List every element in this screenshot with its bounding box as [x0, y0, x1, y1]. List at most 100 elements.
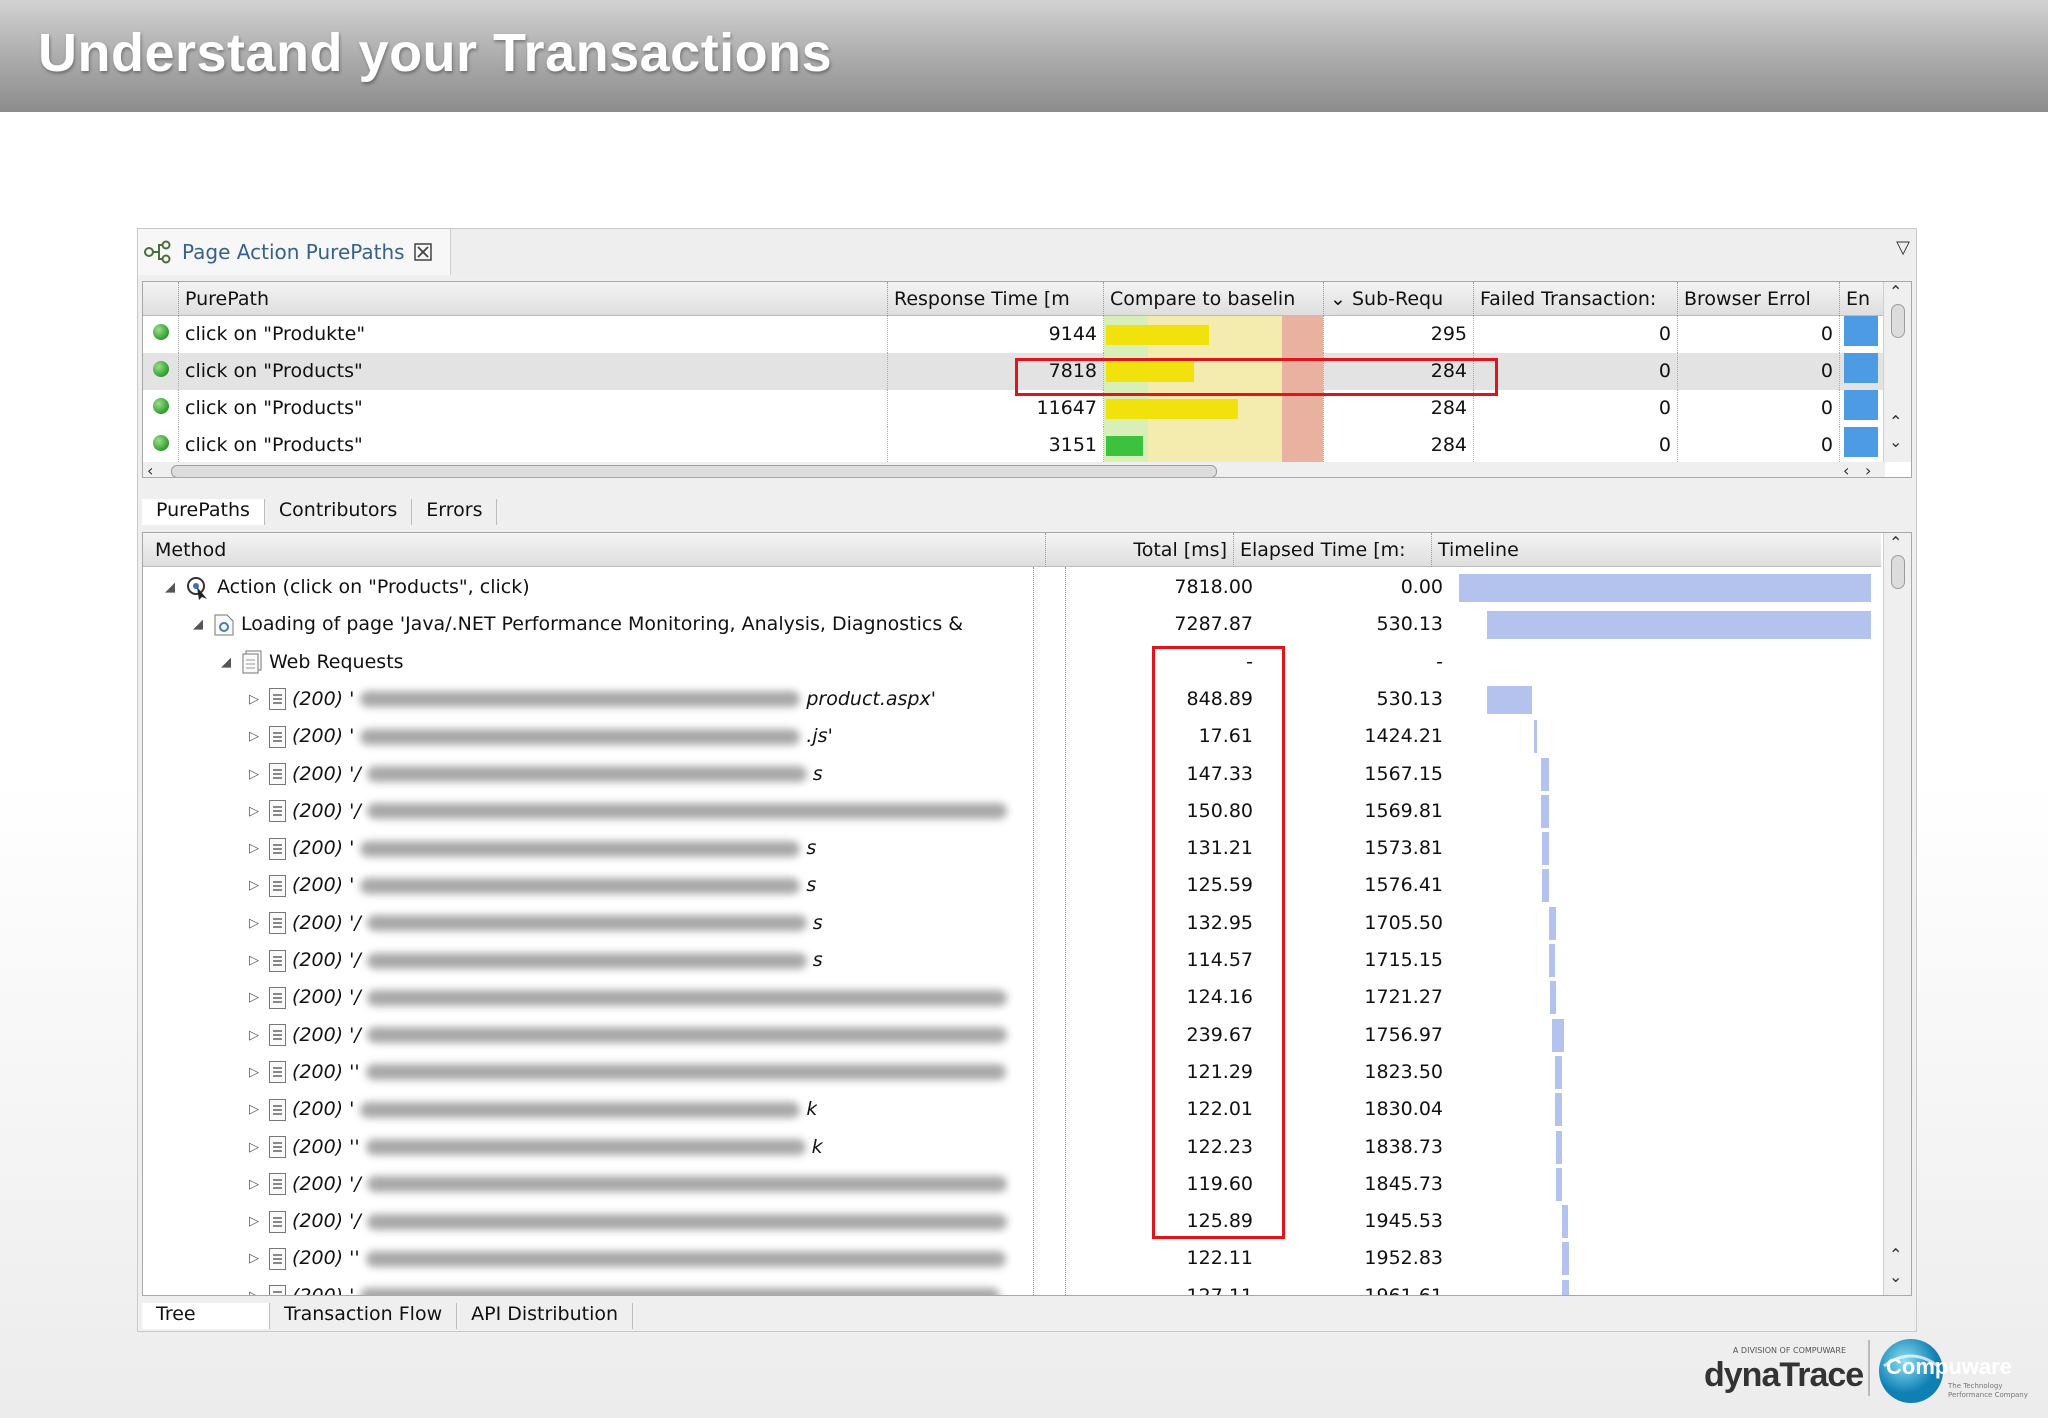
scroll-up-small-icon[interactable]: ⌃	[1889, 1245, 1902, 1264]
tab-tree[interactable]: Tree	[142, 1303, 270, 1329]
horizontal-scrollbar[interactable]: ‹ ‹ ›	[143, 461, 1885, 477]
scroll-down-icon[interactable]: ⌄	[1889, 432, 1902, 451]
tree-row[interactable]: ▷ (200) '' 121.29 1823.50	[143, 1054, 1883, 1091]
request-label: (200) '/	[292, 911, 361, 934]
expanded-triangle-icon[interactable]: ◢	[165, 569, 179, 606]
collapsed-triangle-icon[interactable]: ▷	[249, 1129, 263, 1166]
collapsed-triangle-icon[interactable]: ▷	[249, 1278, 263, 1295]
collapsed-triangle-icon[interactable]: ▷	[249, 1166, 263, 1203]
scroll-right-icon[interactable]: ›	[1865, 461, 1871, 477]
logo-divider	[1868, 1340, 1870, 1396]
collapsed-triangle-icon[interactable]: ▷	[249, 942, 263, 979]
expanded-triangle-icon[interactable]: ◢	[221, 644, 235, 681]
tab-errors[interactable]: Errors	[412, 499, 498, 525]
tree-row[interactable]: ▷ (200) '/124.16 1721.27	[143, 979, 1883, 1016]
tree-row[interactable]: ▷ (200) '' k 122.23 1838.73	[143, 1129, 1883, 1166]
column-header-compare-baseline[interactable]: Compare to baselin	[1104, 282, 1324, 316]
column-header-timeline[interactable]: Timeline	[1432, 533, 1881, 567]
column-header-purepath[interactable]: PurePath	[179, 282, 888, 316]
tree-row[interactable]: ▷ (200) ' 127.11 1961.61	[143, 1278, 1883, 1295]
timeline-bar	[1555, 1093, 1562, 1127]
failed-transactions: 0	[1474, 427, 1678, 464]
tab-purepaths[interactable]: PurePaths	[142, 499, 265, 525]
collapsed-triangle-icon[interactable]: ▷	[249, 1017, 263, 1054]
tab-api-distribution[interactable]: API Distribution	[457, 1303, 634, 1329]
collapsed-triangle-icon[interactable]: ▷	[249, 1054, 263, 1091]
column-header-response-time[interactable]: Response Time [m	[888, 282, 1104, 316]
status-column-header[interactable]	[143, 282, 179, 316]
timeline-bar	[1541, 757, 1550, 791]
elapsed-ms: 1705.50	[1364, 911, 1443, 934]
total-ms: 7818.00	[1174, 576, 1253, 598]
baseline-value-bar	[1106, 436, 1143, 456]
close-icon[interactable]	[413, 242, 433, 262]
column-header-elapsed[interactable]: Elapsed Time [m:	[1234, 533, 1432, 567]
collapsed-triangle-icon[interactable]: ▷	[249, 681, 263, 718]
view-menu-chevron-icon[interactable]: ▽	[1896, 237, 1910, 258]
scroll-up-icon[interactable]: ⌃	[1889, 282, 1902, 301]
column-header-total[interactable]: Total [ms]	[1046, 533, 1234, 567]
scroll-up-icon[interactable]: ⌃	[1889, 533, 1902, 552]
tree-row[interactable]: ◢ Action (click on "Products", click) 7818…	[143, 569, 1883, 606]
scroll-down-icon[interactable]: ⌄	[1889, 1267, 1902, 1286]
collapsed-triangle-icon[interactable]: ▷	[249, 905, 263, 942]
tree-row[interactable]: ▷ (200) ' s 125.59 1576.41	[143, 867, 1883, 904]
tree-row[interactable]: ▷ (200) '/119.60 1845.73	[143, 1166, 1883, 1203]
request-label: (200) '	[292, 874, 355, 897]
tab-contributors[interactable]: Contributors	[264, 499, 413, 525]
redacted-url	[366, 952, 807, 969]
purepath-row[interactable]: click on "Products" 11647 284 0 0	[143, 390, 1885, 427]
column-header-method[interactable]: Method	[143, 533, 1046, 567]
tree-row[interactable]: ▷ (200) ' .js' 17.61 1424.21	[143, 718, 1883, 755]
sort-descending-icon: ⌄	[1330, 288, 1346, 310]
column-header-browser-errors[interactable]: Browser Errol	[1678, 282, 1840, 316]
purepaths-vertical-scrollbar[interactable]: ⌃ ⌃ ⌄	[1883, 282, 1911, 462]
failed-transactions: 0	[1474, 390, 1678, 427]
column-header-sub-requests-label: Sub-Requ	[1351, 288, 1444, 310]
tree-row[interactable]: ▷ (200) '/s 147.33 1567.15	[143, 756, 1883, 793]
collapsed-triangle-icon[interactable]: ▷	[249, 979, 263, 1016]
column-header-sub-requests[interactable]: ⌄ Sub-Requ	[1324, 282, 1474, 316]
tree-row[interactable]: ▷ (200) ' s 131.21 1573.81	[143, 830, 1883, 867]
collapsed-triangle-icon[interactable]: ▷	[249, 867, 263, 904]
tree-row[interactable]: ◢ Loading of page 'Java/.NET Performance …	[143, 606, 1883, 643]
collapsed-triangle-icon[interactable]: ▷	[249, 1091, 263, 1128]
collapsed-triangle-icon[interactable]: ▷	[249, 718, 263, 755]
tree-row[interactable]: ▷ (200) '/239.67 1756.97	[143, 1017, 1883, 1054]
tree-row[interactable]: ▷ (200) ' k 122.01 1830.04	[143, 1091, 1883, 1128]
elapsed-ms: 1823.50	[1364, 1060, 1443, 1083]
purepath-row[interactable]: click on "Products" 3151 284 0 0	[143, 427, 1885, 464]
collapsed-triangle-icon[interactable]: ▷	[249, 756, 263, 793]
browser-errors: 0	[1678, 353, 1840, 390]
collapsed-triangle-icon[interactable]: ▷	[249, 830, 263, 867]
timeline-bar	[1548, 906, 1556, 940]
collapsed-triangle-icon[interactable]: ▷	[249, 1203, 263, 1240]
column-header-failed-transactions[interactable]: Failed Transaction:	[1474, 282, 1678, 316]
scroll-left-icon[interactable]: ‹	[147, 461, 153, 477]
vertical-scroll-thumb[interactable]	[1891, 555, 1905, 589]
expanded-triangle-icon[interactable]: ◢	[193, 606, 207, 643]
tab-page-action-purepaths[interactable]: Page Action PurePaths	[138, 229, 451, 275]
tree-row[interactable]: ▷ (200) '/125.89 1945.53	[143, 1203, 1883, 1240]
purepath-row[interactable]: click on "Produkte" 9144 295 0 0	[143, 316, 1885, 353]
purepath-row[interactable]: click on "Products" 7818 284 0 0	[143, 353, 1885, 390]
vertical-scroll-thumb[interactable]	[1891, 304, 1905, 338]
tree-row[interactable]: ▷ (200) '/s 132.95 1705.50	[143, 905, 1883, 942]
tree-row[interactable]: ◢ Web Requests - -	[143, 644, 1883, 681]
tree-vertical-scrollbar[interactable]: ⌃ ⌃ ⌄	[1883, 533, 1911, 1295]
purepaths-subtabs: PurePaths Contributors Errors	[142, 493, 498, 525]
request-url-suffix: s	[812, 911, 823, 934]
elapsed-ms: 1424.21	[1364, 725, 1443, 748]
tab-transaction-flow[interactable]: Transaction Flow	[270, 1303, 458, 1329]
scroll-left-small-icon[interactable]: ‹	[1843, 461, 1849, 477]
tree-row[interactable]: ▷ (200) ' product.aspx' 848.89 530.13	[143, 681, 1883, 718]
tree-row[interactable]: ▷ (200) '/150.80 1569.81	[143, 793, 1883, 830]
collapsed-triangle-icon[interactable]: ▷	[249, 1240, 263, 1277]
scroll-up-small-icon[interactable]: ⌃	[1889, 412, 1902, 431]
tree-row[interactable]: ▷ (200) '/s 114.57 1715.15	[143, 942, 1883, 979]
tree-row[interactable]: ▷ (200) '' 122.11 1952.83	[143, 1240, 1883, 1277]
horizontal-scroll-thumb[interactable]	[171, 465, 1217, 477]
column-header-en[interactable]: En	[1840, 282, 1885, 316]
collapsed-triangle-icon[interactable]: ▷	[249, 793, 263, 830]
en-cell	[1840, 353, 1885, 390]
